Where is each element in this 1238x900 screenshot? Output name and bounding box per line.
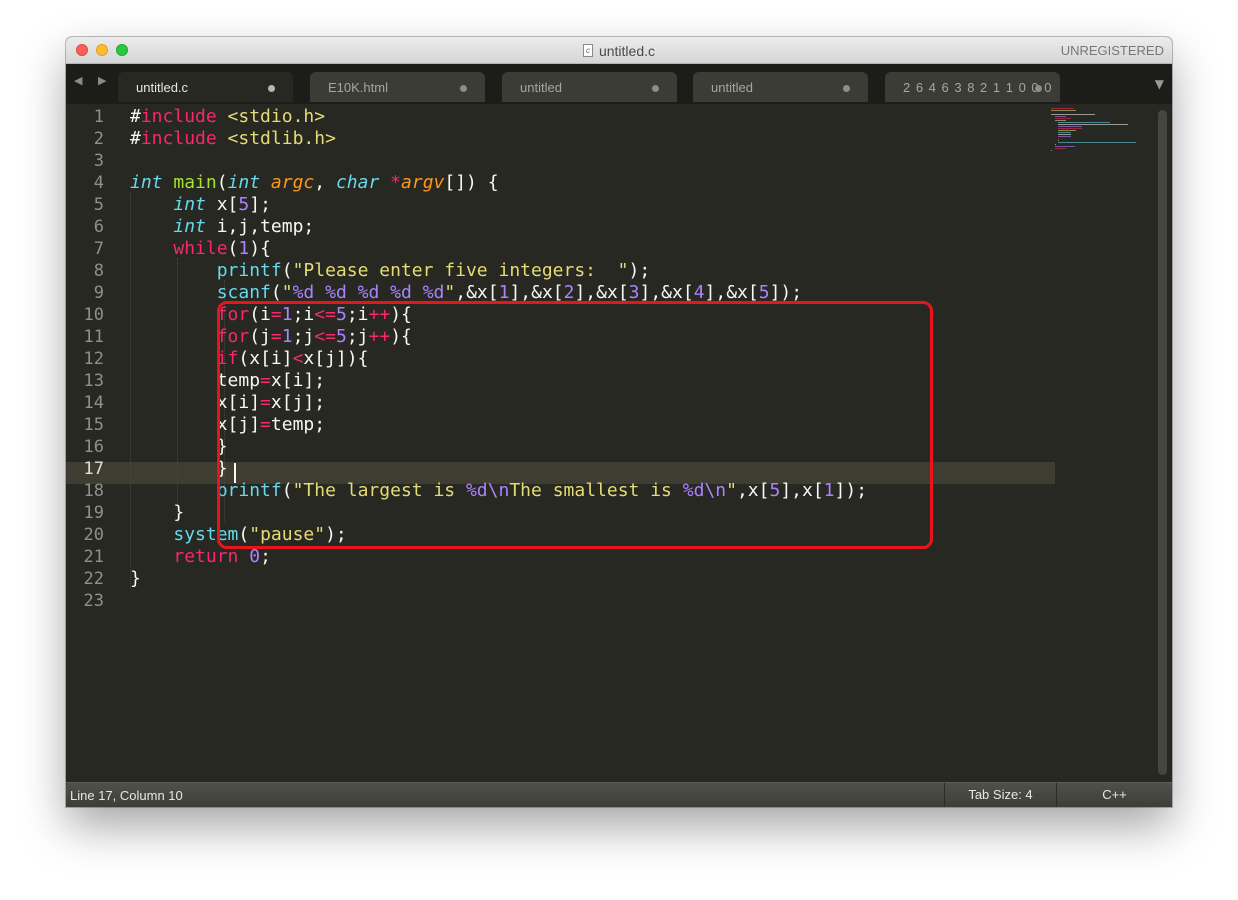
tab-untitled-2[interactable]: untitled bbox=[693, 72, 868, 102]
code-line: } bbox=[130, 502, 185, 523]
minimap-line bbox=[1058, 128, 1082, 129]
tab-close-icon[interactable] bbox=[268, 85, 275, 92]
line-number: 14 bbox=[83, 393, 104, 413]
tab-numbers[interactable]: 2 6 4 6 3 8 2 1 1 0 0 0 bbox=[885, 72, 1060, 102]
status-bar: Line 17, Column 10 Tab Size: 4 C++ bbox=[66, 782, 1172, 807]
window-title: untitled.c bbox=[598, 42, 656, 59]
tab-menu-chevron-down-icon[interactable]: ▼ bbox=[1155, 77, 1164, 91]
line-number: 2 bbox=[93, 129, 104, 149]
title-bar: c untitled.c UNREGISTERED bbox=[66, 37, 1172, 64]
tab-close-icon[interactable] bbox=[843, 85, 850, 92]
tab-bar: ◀ ▶ untitled.c E10K.html untitled untitl… bbox=[66, 64, 1172, 105]
line-number: 22 bbox=[83, 569, 104, 589]
tab-nav-arrows-icon[interactable]: ◀ ▶ bbox=[74, 74, 112, 87]
line-number: 16 bbox=[83, 437, 104, 457]
minimap-line bbox=[1058, 142, 1137, 143]
annotation-box bbox=[217, 301, 933, 549]
code-editor[interactable]: 1 2 3 4 5 6 7 8 9 10 11 12 13 14 15 16 17 18 19 20 21 22 23 #i… bbox=[66, 104, 1172, 782]
tab-close-icon[interactable] bbox=[1035, 85, 1042, 92]
minimap-line bbox=[1054, 120, 1067, 121]
minimap[interactable] bbox=[1051, 108, 1141, 158]
code-line: while(1){ bbox=[173, 238, 271, 259]
code-line: int x[5]; bbox=[173, 194, 271, 215]
line-number: 4 bbox=[93, 173, 104, 193]
text-caret bbox=[234, 463, 236, 483]
unregistered-label: UNREGISTERED bbox=[1060, 43, 1164, 58]
tab-size-selector[interactable]: Tab Size: 4 bbox=[944, 783, 1056, 807]
line-number: 5 bbox=[93, 195, 104, 215]
window-title-group: c untitled.c bbox=[66, 37, 1172, 64]
line-number: 23 bbox=[83, 591, 104, 611]
line-number: 3 bbox=[93, 151, 104, 171]
syntax-selector[interactable]: C++ bbox=[1056, 783, 1172, 807]
line-number: 10 bbox=[83, 305, 104, 325]
tab-untitled-1[interactable]: untitled bbox=[502, 72, 677, 102]
code-line: } bbox=[130, 458, 228, 479]
tab-close-icon[interactable] bbox=[652, 85, 659, 92]
code-line: printf("Please enter five integers: "); bbox=[216, 260, 651, 281]
editor-window: c untitled.c UNREGISTERED ◀ ▶ untitled.c… bbox=[66, 37, 1172, 807]
line-number: 11 bbox=[83, 327, 104, 347]
line-number: 6 bbox=[93, 217, 104, 237]
line-number: 15 bbox=[83, 415, 104, 435]
minimap-line bbox=[1058, 126, 1082, 127]
line-number: 17 bbox=[83, 459, 104, 479]
minimap-line bbox=[1054, 116, 1067, 117]
vertical-scrollbar[interactable] bbox=[1158, 110, 1167, 775]
tab-untitled-c[interactable]: untitled.c bbox=[118, 72, 293, 102]
line-number: 13 bbox=[83, 371, 104, 391]
minimap-line bbox=[1051, 114, 1096, 115]
line-number: 1 bbox=[93, 107, 104, 127]
code-line: #include <stdio.h> bbox=[130, 106, 326, 127]
line-number: 19 bbox=[83, 503, 104, 523]
tab-label: 2 6 4 6 3 8 2 1 1 0 0 0 bbox=[903, 80, 1053, 95]
tab-e10k-html[interactable]: E10K.html bbox=[310, 72, 485, 102]
line-number: 18 bbox=[83, 481, 104, 501]
minimap-line bbox=[1051, 150, 1053, 151]
minimap-line bbox=[1058, 132, 1072, 133]
tab-label: untitled bbox=[711, 80, 753, 95]
minimap-line bbox=[1054, 118, 1072, 119]
code-line: return 0; bbox=[173, 546, 271, 567]
minimap-line bbox=[1054, 144, 1056, 145]
code-line: int main(int argc, char *argv[]) { bbox=[130, 172, 499, 193]
minimap-line bbox=[1058, 140, 1060, 141]
minimap-line bbox=[1058, 136, 1072, 137]
tab-close-icon[interactable] bbox=[460, 85, 467, 92]
code-line: int i,j,temp; bbox=[173, 216, 315, 237]
line-number: 20 bbox=[83, 525, 104, 545]
line-number: 9 bbox=[93, 283, 104, 303]
minimap-line bbox=[1058, 124, 1129, 125]
line-number: 8 bbox=[93, 261, 104, 281]
minimap-line bbox=[1051, 110, 1076, 111]
minimap-line bbox=[1058, 138, 1060, 139]
tab-label: untitled bbox=[520, 80, 562, 95]
cursor-position: Line 17, Column 10 bbox=[70, 788, 183, 803]
minimap-line bbox=[1058, 122, 1111, 123]
minimap-line bbox=[1054, 146, 1076, 147]
line-number: 12 bbox=[83, 349, 104, 369]
tab-label: E10K.html bbox=[328, 80, 388, 95]
code-line: #include <stdlib.h> bbox=[130, 128, 336, 149]
minimap-line bbox=[1054, 148, 1067, 149]
code-line: } bbox=[130, 436, 228, 457]
line-number: 7 bbox=[93, 239, 104, 259]
tab-label: untitled.c bbox=[136, 80, 189, 95]
minimap-line bbox=[1051, 108, 1075, 109]
line-number: 21 bbox=[83, 547, 104, 567]
code-line: } bbox=[130, 568, 141, 589]
c-file-icon: c bbox=[582, 44, 593, 57]
minimap-line bbox=[1058, 134, 1072, 135]
minimap-line bbox=[1058, 130, 1077, 131]
